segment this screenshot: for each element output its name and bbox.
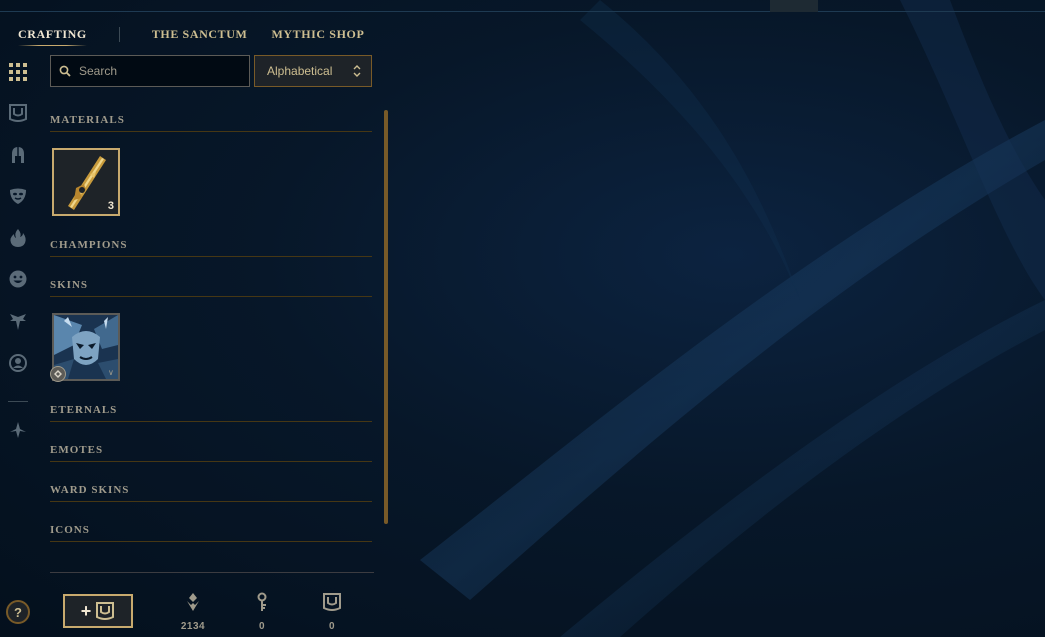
top-navigation: CRAFTING THE SANCTUM MYTHIC SHOP xyxy=(18,26,364,46)
orange-essence-value: 2134 xyxy=(180,621,206,632)
search-icon xyxy=(59,65,71,77)
material-tile[interactable]: 3 xyxy=(52,148,120,216)
search-field[interactable] xyxy=(50,55,250,87)
material-count: 3 xyxy=(107,200,114,212)
key-value: 0 xyxy=(258,621,266,632)
section-materials[interactable]: MATERIALS xyxy=(50,112,372,132)
section-skins[interactable]: SKINS xyxy=(50,277,372,297)
section-label: EMOTES xyxy=(50,444,104,456)
section-ward-skins[interactable]: WARD SKINS xyxy=(50,482,372,502)
chest-icon xyxy=(96,602,115,620)
tab-crafting[interactable]: CRAFTING xyxy=(18,27,87,46)
key-fragment-icon xyxy=(68,156,106,210)
section-label: ICONS xyxy=(50,524,90,536)
chevron-updown-icon xyxy=(353,65,361,77)
section-label: CHAMPIONS xyxy=(50,239,128,251)
section-label: MATERIALS xyxy=(50,114,125,126)
chest-value: 0 xyxy=(328,621,336,632)
top-notch xyxy=(770,0,818,12)
section-label: SKINS xyxy=(50,279,89,291)
skin-corner-mark: ∨ xyxy=(108,368,114,377)
orange-essence-icon xyxy=(187,593,199,611)
add-chest-button[interactable]: + xyxy=(63,594,133,628)
inventory-scrollbar[interactable] xyxy=(384,110,388,524)
chest-icon[interactable] xyxy=(6,101,30,125)
section-label: ETERNALS xyxy=(50,404,118,416)
hextech-badge-icon xyxy=(50,366,66,382)
flame-icon[interactable] xyxy=(6,226,30,250)
rail-divider xyxy=(8,401,28,402)
profile-icon[interactable] xyxy=(6,351,30,375)
grid-icon[interactable] xyxy=(6,60,30,84)
tab-mythic-shop[interactable]: MYTHIC SHOP xyxy=(271,27,364,42)
tft-icon[interactable] xyxy=(6,418,30,442)
mask-icon[interactable] xyxy=(6,184,30,208)
sort-dropdown[interactable]: Alphabetical xyxy=(254,55,372,87)
section-label: WARD SKINS xyxy=(50,484,130,496)
help-label: ? xyxy=(14,604,22,620)
section-icons[interactable]: ICONS xyxy=(50,522,372,542)
chest-currency: 0 xyxy=(312,592,352,632)
tab-the-sanctum[interactable]: THE SANCTUM xyxy=(152,27,248,42)
section-champions[interactable]: CHAMPIONS xyxy=(50,237,372,257)
emote-face-icon[interactable] xyxy=(6,267,30,291)
ward-icon[interactable] xyxy=(6,309,30,333)
top-border-line xyxy=(0,11,1045,12)
footer-divider xyxy=(50,572,374,573)
key-currency: 0 xyxy=(242,592,282,632)
plus-icon: + xyxy=(80,601,92,621)
helmet-icon[interactable] xyxy=(6,143,30,167)
section-emotes[interactable]: EMOTES xyxy=(50,442,372,462)
tab-divider xyxy=(118,26,120,42)
sort-selected-value: Alphabetical xyxy=(267,64,333,78)
section-eternals[interactable]: ETERNALS xyxy=(50,402,372,422)
search-input[interactable] xyxy=(79,64,239,78)
help-button[interactable]: ? xyxy=(6,600,30,624)
key-icon xyxy=(257,592,267,611)
chest-icon xyxy=(323,593,341,611)
orange-essence-currency: 2134 xyxy=(173,592,213,632)
